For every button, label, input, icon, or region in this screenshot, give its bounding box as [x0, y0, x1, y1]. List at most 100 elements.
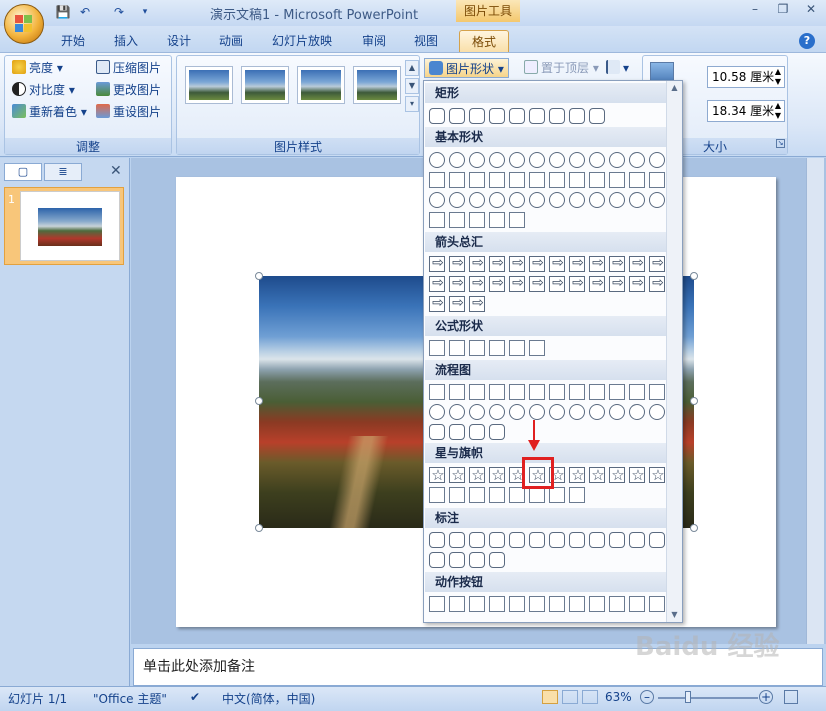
shape-option-icon[interactable]	[429, 275, 446, 292]
shape-option-icon[interactable]	[549, 384, 565, 400]
shape-option-icon[interactable]	[489, 532, 505, 548]
slides-tab[interactable]: ▢	[4, 163, 42, 181]
shape-option-icon[interactable]	[449, 487, 465, 503]
shape-option-icon[interactable]	[529, 108, 545, 124]
shape-option-icon[interactable]	[529, 532, 545, 548]
styles-scroll-down-icon[interactable]: ▼	[405, 78, 419, 94]
style-thumb-1[interactable]	[185, 66, 233, 104]
shape-option-icon[interactable]	[429, 424, 445, 440]
shape-option-icon[interactable]	[469, 384, 485, 400]
shape-option-icon[interactable]	[549, 404, 565, 420]
shape-option-icon[interactable]	[489, 466, 506, 484]
shape-option-icon[interactable]	[569, 384, 585, 400]
shape-option-icon[interactable]	[449, 340, 465, 356]
shape-option-icon[interactable]	[549, 487, 565, 503]
shape-option-icon[interactable]	[609, 466, 626, 484]
style-thumb-2[interactable]	[241, 66, 289, 104]
shape-option-icon[interactable]	[569, 152, 585, 168]
shape-option-icon[interactable]	[649, 255, 666, 272]
shape-option-icon[interactable]	[649, 596, 665, 612]
shape-option-icon[interactable]	[489, 404, 505, 420]
shape-option-icon[interactable]	[529, 340, 545, 356]
shape-option-icon[interactable]	[629, 152, 645, 168]
shape-option-icon[interactable]	[509, 152, 525, 168]
tab-review[interactable]: 审阅	[362, 30, 386, 52]
tab-home[interactable]: 开始	[61, 30, 85, 52]
zoom-out-icon[interactable]: –	[640, 690, 654, 704]
slideshow-view-icon[interactable]	[582, 690, 598, 704]
shape-option-icon[interactable]	[649, 192, 665, 208]
shape-option-icon[interactable]	[489, 384, 505, 400]
shape-option-icon[interactable]	[529, 172, 545, 188]
shape-option-icon[interactable]	[489, 255, 506, 272]
shape-option-icon[interactable]	[469, 295, 486, 312]
shape-option-icon[interactable]	[449, 424, 465, 440]
shape-option-icon[interactable]	[649, 275, 666, 292]
shape-option-icon[interactable]	[469, 108, 485, 124]
fit-to-window-icon[interactable]	[784, 690, 798, 704]
shape-option-icon[interactable]	[469, 487, 485, 503]
shape-option-icon[interactable]	[549, 172, 565, 188]
size-dialog-launcher-icon[interactable]: ↘	[776, 139, 785, 148]
resize-handle[interactable]	[255, 272, 263, 280]
shape-option-icon[interactable]	[609, 275, 626, 292]
height-spin-icon[interactable]: ▲ ▼	[775, 67, 781, 87]
compress-button[interactable]: 压缩图片	[96, 58, 161, 78]
shape-option-icon[interactable]	[449, 212, 465, 228]
resize-handle[interactable]	[255, 397, 263, 405]
shape-option-icon[interactable]	[469, 275, 486, 292]
shape-option-icon[interactable]	[429, 384, 445, 400]
shape-option-icon[interactable]	[509, 384, 525, 400]
shape-option-icon[interactable]	[449, 192, 465, 208]
sorter-view-icon[interactable]	[562, 690, 578, 704]
shape-option-icon[interactable]	[449, 596, 465, 612]
shape-option-icon[interactable]	[589, 404, 605, 420]
shape-option-icon[interactable]	[589, 466, 606, 484]
undo-icon[interactable]: ↶	[76, 4, 94, 20]
vertical-scrollbar[interactable]	[806, 158, 824, 644]
shape-option-icon[interactable]	[609, 192, 625, 208]
shape-option-icon[interactable]	[629, 384, 645, 400]
shape-option-icon[interactable]	[589, 532, 605, 548]
shape-option-icon[interactable]	[469, 172, 485, 188]
shape-option-icon[interactable]	[429, 532, 445, 548]
shape-option-icon[interactable]	[649, 532, 665, 548]
shape-option-icon[interactable]	[649, 152, 665, 168]
shape-option-icon[interactable]	[449, 532, 465, 548]
width-field[interactable]: 18.34 厘米 ▲ ▼	[707, 100, 785, 122]
shape-option-icon[interactable]	[529, 275, 546, 292]
shape-option-icon[interactable]	[549, 152, 565, 168]
shape-option-icon[interactable]	[509, 275, 526, 292]
reset-picture-button[interactable]: 重设图片	[96, 102, 161, 122]
save-icon[interactable]: 💾	[54, 4, 72, 20]
zoom-slider-track[interactable]	[658, 697, 758, 699]
shape-option-icon[interactable]	[649, 466, 666, 484]
shape-option-icon[interactable]	[489, 212, 505, 228]
shape-option-icon[interactable]	[429, 295, 446, 312]
shape-option-icon[interactable]	[569, 596, 585, 612]
styles-more-icon[interactable]: ▾	[405, 96, 419, 112]
shape-option-icon[interactable]	[449, 275, 466, 292]
shape-option-icon[interactable]	[449, 152, 465, 168]
shape-option-icon[interactable]	[429, 487, 445, 503]
outline-tab[interactable]: ≣	[44, 163, 82, 181]
shape-option-icon[interactable]	[449, 108, 465, 124]
shape-option-icon[interactable]	[569, 108, 585, 124]
shape-option-icon[interactable]	[509, 108, 525, 124]
style-thumb-3[interactable]	[297, 66, 345, 104]
styles-scroll-up-icon[interactable]: ▲	[405, 60, 419, 76]
shape-option-icon[interactable]	[469, 532, 485, 548]
redo-icon[interactable]: ↷	[110, 4, 128, 20]
tab-insert[interactable]: 插入	[114, 30, 138, 52]
shape-option-icon[interactable]	[469, 552, 485, 568]
contrast-button[interactable]: 对比度 ▾	[12, 80, 75, 100]
shape-option-icon[interactable]	[629, 192, 645, 208]
restore-icon[interactable]: ❐	[770, 0, 796, 18]
shape-option-icon[interactable]	[629, 255, 646, 272]
shape-option-icon[interactable]	[489, 596, 505, 612]
shape-option-icon[interactable]	[529, 255, 546, 272]
shape-option-icon[interactable]	[509, 404, 525, 420]
shape-option-icon[interactable]	[489, 192, 505, 208]
shape-option-icon[interactable]	[529, 404, 545, 420]
shape-option-icon[interactable]	[509, 596, 525, 612]
